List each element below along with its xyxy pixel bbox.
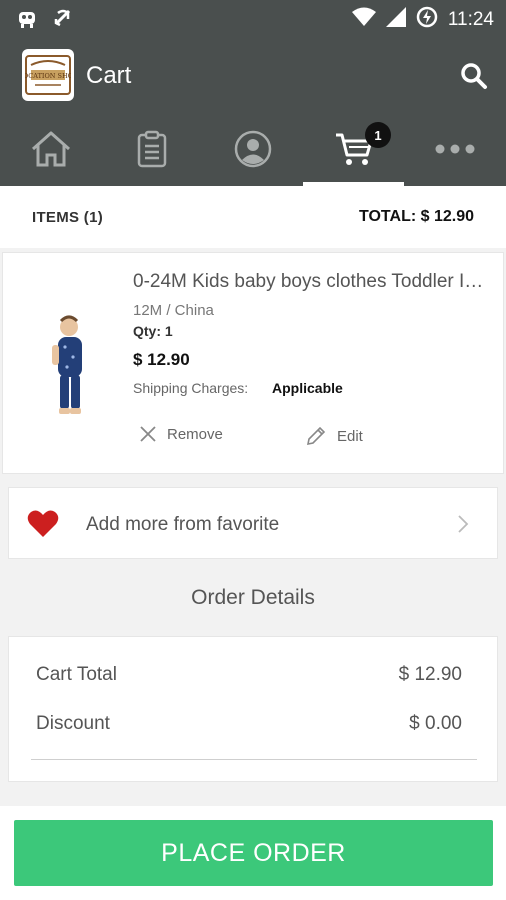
discount-label: Discount <box>36 713 110 734</box>
order-details-card: Cart Total $ 12.90 Discount $ 0.00 <box>8 636 498 782</box>
cart-total-row: Cart Total $ 12.90 <box>36 664 462 686</box>
edit-button[interactable]: Edit <box>305 425 363 447</box>
add-from-favorite[interactable]: Add more from favorite <box>8 487 498 559</box>
search-icon <box>461 63 487 89</box>
pencil-icon <box>306 426 326 446</box>
shipping-label: Shipping Charges: <box>133 380 249 396</box>
product-price: $ 12.90 <box>133 350 190 369</box>
product-title[interactable]: 0-24M Kids baby boys clothes Toddler Inf… <box>133 271 488 293</box>
home-icon <box>31 131 70 167</box>
heart-icon <box>27 510 59 543</box>
product-variant: 12M / China <box>133 302 214 319</box>
cart-total-label: Cart Total <box>36 664 117 685</box>
more-icon <box>435 144 474 154</box>
nav-orders[interactable] <box>101 112 202 186</box>
page-title: Cart <box>86 62 132 89</box>
status-time: 11:24 <box>447 8 494 30</box>
cart-total-value: $ 12.90 <box>398 664 462 685</box>
nav-more[interactable] <box>404 112 505 186</box>
status-bar: 11:24 <box>0 0 506 38</box>
notification-icons <box>16 7 74 34</box>
clipboard-icon <box>137 130 166 168</box>
items-count: ITEMS (1) <box>32 209 104 226</box>
chevron-right-icon <box>457 514 469 539</box>
nav-account[interactable] <box>202 112 303 186</box>
nav-home[interactable] <box>0 112 101 186</box>
app-bar: LOCATION SHOP Cart <box>0 38 506 112</box>
battery-charging-icon <box>416 6 438 33</box>
remove-button[interactable]: Remove <box>139 425 223 443</box>
product-image[interactable] <box>43 313 93 417</box>
favorite-label: Add more from favorite <box>86 514 280 535</box>
cart-summary: ITEMS (1) TOTAL: $ 12.90 <box>0 186 506 248</box>
svg-text:LOCATION SHOP: LOCATION SHOP <box>25 72 71 80</box>
android-debug-icon <box>16 7 38 34</box>
bottom-nav: 1 <box>0 112 506 186</box>
place-order-button[interactable]: PLACE ORDER <box>14 820 493 886</box>
shipping-value: Applicable <box>272 380 343 396</box>
remove-label: Remove <box>167 425 223 443</box>
no-sync-icon <box>52 7 74 34</box>
edit-label: Edit <box>337 427 363 445</box>
cart-total-header: TOTAL: $ 12.90 <box>359 208 474 225</box>
discount-row: Discount $ 0.00 <box>36 713 462 735</box>
nav-cart[interactable]: 1 <box>303 112 404 186</box>
wifi-icon <box>351 7 376 32</box>
divider <box>31 759 477 760</box>
search-button[interactable] <box>460 62 488 90</box>
order-details-heading: Order Details <box>191 586 315 609</box>
cart-item[interactable]: 0-24M Kids baby boys clothes Toddler Inf… <box>2 252 504 474</box>
product-quantity: Qty: 1 <box>133 323 173 339</box>
cart-count-badge: 1 <box>365 122 391 148</box>
shop-logo[interactable]: LOCATION SHOP <box>22 49 74 101</box>
signal-icon <box>385 7 406 32</box>
discount-value: $ 0.00 <box>409 713 462 734</box>
close-icon <box>140 426 156 442</box>
account-icon <box>234 130 271 168</box>
